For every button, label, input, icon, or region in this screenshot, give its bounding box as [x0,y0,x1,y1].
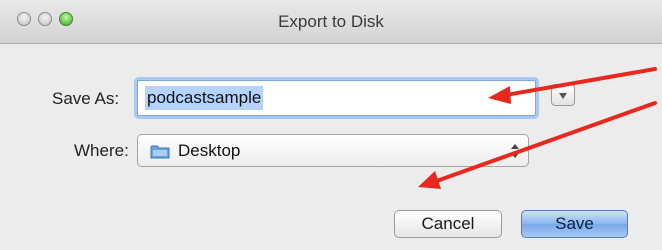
window-title: Export to Disk [278,12,384,31]
save-button[interactable]: Save [521,210,628,238]
where-label: Where: [74,141,129,160]
title-bar: Export to Disk [0,0,662,44]
save-as-label: Save As: [52,89,120,108]
save-as-field[interactable]: podcastsample [137,80,536,116]
chevron-down-icon [559,93,567,99]
up-down-arrows-icon [511,144,519,158]
save-as-value[interactable]: podcastsample [145,86,264,110]
cancel-button[interactable]: Cancel [394,210,502,238]
expand-dialog-button[interactable] [551,84,575,106]
where-popup[interactable]: Desktop [137,134,529,167]
folder-icon [150,145,170,159]
where-value: Desktop [178,141,241,160]
